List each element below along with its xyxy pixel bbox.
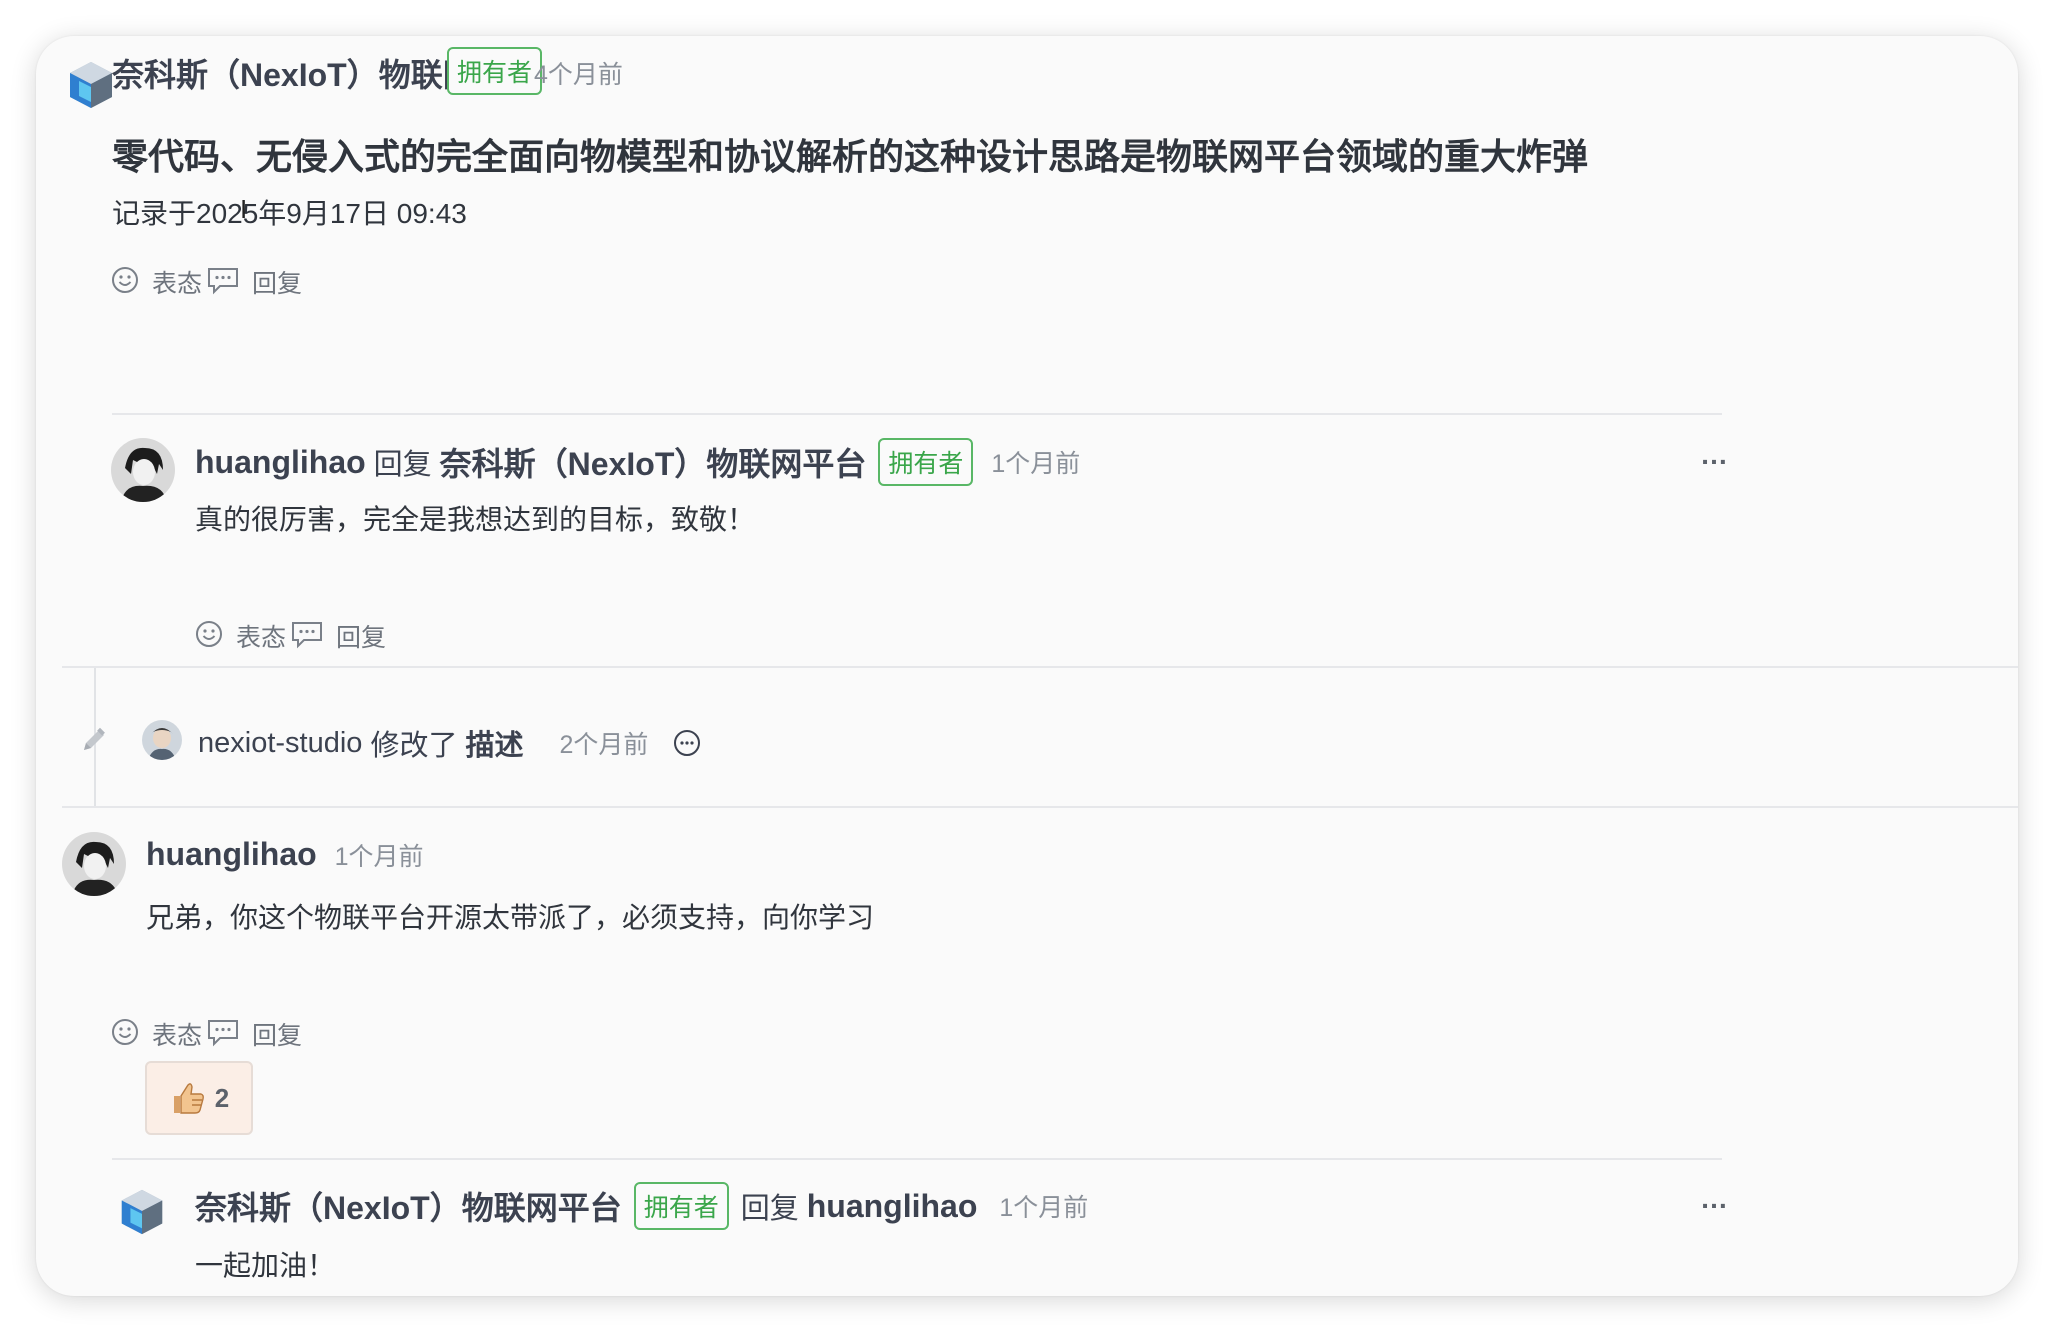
comment-icon [206, 1017, 240, 1052]
thumbs-up-reaction-button[interactable]: 2 [145, 1061, 253, 1135]
comment2-body: 兄弟，你这个物联平台开源太带派了，必须支持，向你学习 [146, 902, 875, 933]
reply1-author-name[interactable]: huanglihao [195, 444, 366, 481]
reply2-timestamp[interactable]: 1个月前 [999, 1188, 1088, 1224]
divider [62, 666, 2018, 668]
reply1-react-button[interactable]: 表态 [194, 618, 286, 654]
reply1-react-label: 表态 [236, 624, 287, 652]
pencil-icon [78, 724, 110, 761]
reply2-reply-word: 回复 [740, 1193, 799, 1225]
post-reply-label: 回复 [252, 270, 303, 298]
post-timestamp[interactable]: 4个月前 [534, 55, 623, 91]
reply1-body: 真的很厉害，完全是我想达到的目标，致敬！ [195, 504, 756, 535]
comment-icon [206, 265, 240, 300]
timeline-event-text: nexiot-studio 修改了 描述 2个月前 [198, 722, 702, 764]
nexiot-studio-avatar[interactable] [142, 720, 182, 760]
comment2-reply-button[interactable]: 回复 [206, 1016, 302, 1052]
user-avatar[interactable] [62, 832, 126, 896]
reply1-timestamp[interactable]: 1个月前 [991, 444, 1080, 480]
text-cursor-icon: I [240, 194, 248, 224]
reply1-reply-word: 回复 [373, 449, 432, 481]
comment2-reply-label: 回复 [252, 1022, 303, 1050]
post-reply-button[interactable]: 回复 [206, 264, 302, 300]
thumbs-up-icon [169, 1079, 207, 1117]
comment2-author-name[interactable]: huanglihao [146, 836, 317, 873]
more-options-icon[interactable]: … [1700, 1183, 1730, 1215]
post-title: 零代码、无侵入式的完全面向物模型和协议解析的这种设计思路是物联网平台领域的重大炸… [112, 136, 1589, 177]
comment-icon [290, 619, 324, 654]
reply2-header: 奈科斯（NexIoT）物联网平台 拥有者 回复 huanglihao 1个月前 [195, 1182, 1088, 1230]
comment2-react-label: 表态 [152, 1022, 203, 1050]
owner-badge: 拥有者 [633, 1182, 729, 1230]
divider [112, 1158, 1722, 1160]
event-field[interactable]: 描述 [465, 722, 523, 764]
smiley-icon [110, 265, 140, 300]
comment2-react-button[interactable]: 表态 [110, 1016, 202, 1052]
reaction-count: 2 [214, 1082, 230, 1113]
reply2-body: 一起加油！ [195, 1250, 336, 1281]
reply2-author-name[interactable]: 奈科斯（NexIoT）物联网平台 [195, 1183, 622, 1229]
owner-badge: 拥有者 [878, 438, 974, 486]
reply2-target-name[interactable]: huanglihao [807, 1188, 978, 1225]
post-recorded-date: 记录于2025年9月17日 09:43 [112, 198, 467, 229]
smiley-icon [110, 1017, 140, 1052]
owner-badge: 拥有者 [447, 47, 543, 95]
divider [112, 413, 1722, 415]
user-avatar[interactable] [111, 438, 175, 502]
event-user-name[interactable]: nexiot-studio [198, 727, 362, 760]
reply1-reply-button[interactable]: 回复 [290, 618, 386, 654]
issue-thread-card: 奈科斯（NexIoT）物联网平台 拥有者 4个月前 零代码、无侵入式的完全面向物… [36, 36, 2018, 1296]
divider [62, 806, 2018, 808]
reply1-header: huanglihao 回复 奈科斯（NexIoT）物联网平台 拥有者 1个月前 [195, 438, 1080, 486]
post-react-label: 表态 [152, 270, 203, 298]
nexiot-logo-avatar[interactable] [116, 1186, 168, 1238]
nexiot-logo-avatar[interactable] [64, 58, 118, 112]
history-dropdown-icon[interactable] [672, 728, 702, 758]
smiley-icon [194, 619, 224, 654]
reply1-reply-label: 回复 [336, 624, 387, 652]
event-action: 修改了 [370, 730, 458, 762]
comment2-header: huanglihao 1个月前 [146, 836, 424, 873]
more-options-icon[interactable]: … [1700, 439, 1730, 471]
event-timestamp[interactable]: 2个月前 [559, 725, 648, 761]
reply1-target-name[interactable]: 奈科斯（NexIoT）物联网平台 [440, 439, 867, 485]
comment2-timestamp[interactable]: 1个月前 [335, 837, 424, 873]
post-react-button[interactable]: 表态 [110, 264, 202, 300]
